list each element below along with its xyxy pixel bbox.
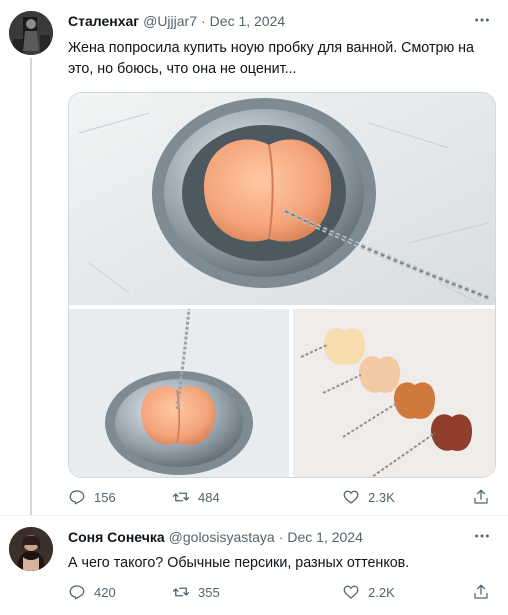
avatar-image — [9, 527, 53, 571]
thread-connector-line — [30, 58, 32, 516]
photo-bottom-right — [293, 309, 495, 477]
tweet-date[interactable]: Dec 1, 2024 — [210, 13, 286, 29]
avatar[interactable] — [9, 527, 53, 571]
retweet-button[interactable]: 355 — [172, 583, 220, 601]
share-button[interactable] — [472, 488, 490, 506]
retweet-icon — [172, 587, 190, 597]
heart-icon — [343, 490, 359, 504]
tweet-reply[interactable]: Соня Сонечка @golosisyastaya · Dec 1, 20… — [0, 515, 508, 615]
photo-top — [69, 93, 495, 305]
like-count: 2.2K — [368, 584, 395, 600]
avatar[interactable] — [9, 11, 53, 55]
author-name[interactable]: Соня Сонечка — [68, 529, 165, 545]
reply-icon — [69, 490, 85, 505]
author-name[interactable]: Сталенхаг — [68, 13, 139, 29]
separator-dot: · — [278, 529, 284, 545]
author-handle[interactable]: @Ujjjar7 — [143, 13, 197, 29]
share-button[interactable] — [472, 583, 490, 601]
share-icon — [474, 489, 488, 504]
tweet-actions: 420 355 2.2K — [68, 583, 496, 605]
separator-dot: · — [201, 13, 206, 29]
share-icon — [474, 584, 488, 599]
like-count: 2.3K — [368, 489, 395, 505]
like-button[interactable]: 2.2K — [342, 583, 395, 601]
reply-button[interactable]: 420 — [68, 583, 116, 601]
retweet-count: 484 — [198, 489, 220, 505]
reply-icon — [69, 585, 85, 600]
tweet-media-collage[interactable] — [68, 92, 496, 478]
retweet-icon — [172, 492, 190, 502]
more-horizontal-icon[interactable] — [472, 526, 492, 546]
retweet-count: 355 — [198, 584, 220, 600]
reply-count: 156 — [94, 489, 116, 505]
retweet-button[interactable]: 484 — [172, 488, 220, 506]
author-handle[interactable]: @golosisyastaya — [169, 529, 275, 545]
tweet-header: Сталенхаг @Ujjjar7 · Dec 1, 2024 — [68, 13, 285, 29]
photo-bottom-left — [69, 308, 289, 477]
tweet-actions: 156 484 2.3K — [68, 488, 496, 510]
tweet-text: Жена попросила купить ноую пробку для ва… — [68, 40, 474, 77]
tweet-text: А чего такого? Обычные персики, разных о… — [68, 555, 410, 571]
tweet-header: Соня Сонечка @golosisyastaya · Dec 1, 20… — [68, 529, 363, 545]
reply-button[interactable]: 156 — [68, 488, 116, 506]
media-photo — [69, 93, 495, 477]
heart-icon — [343, 585, 359, 599]
like-button[interactable]: 2.3K — [342, 488, 395, 506]
more-horizontal-icon[interactable] — [472, 10, 492, 30]
reply-count: 420 — [94, 584, 116, 600]
tweet-date[interactable]: Dec 1, 2024 — [287, 529, 363, 545]
tweet-original[interactable]: Сталенхаг @Ujjjar7 · Dec 1, 2024 Жена по… — [0, 0, 508, 516]
avatar-image — [9, 11, 53, 55]
